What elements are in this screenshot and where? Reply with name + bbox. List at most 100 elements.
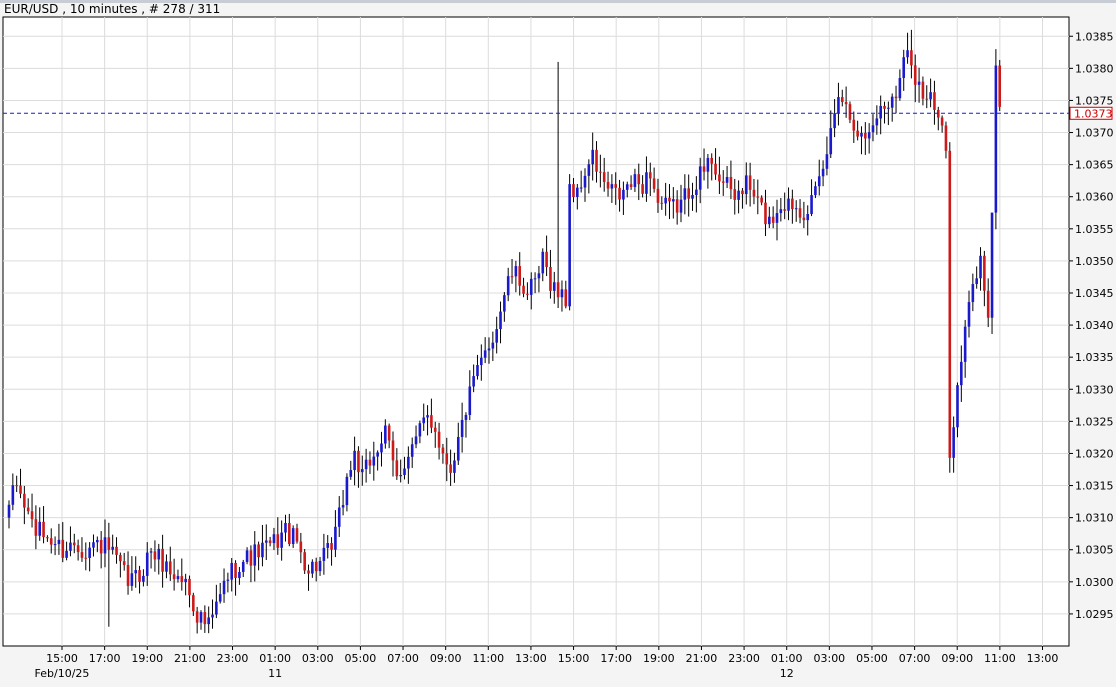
- x-date-label: 12: [780, 667, 794, 680]
- x-tick-label: 03:00: [302, 652, 334, 665]
- candle-up: [96, 539, 99, 543]
- candle-up: [902, 57, 906, 78]
- candle-down: [395, 460, 399, 477]
- candle-up: [503, 295, 506, 312]
- candle-up: [576, 187, 579, 197]
- candle-up: [499, 311, 502, 330]
- candle-up: [384, 425, 387, 444]
- candle-down: [606, 181, 610, 189]
- candle-up: [625, 184, 629, 190]
- candle-up: [890, 96, 894, 108]
- candle-up: [768, 216, 771, 225]
- candle-up: [157, 548, 161, 560]
- candle-down: [848, 104, 852, 120]
- x-date-label: 11: [268, 667, 282, 680]
- candle-down: [940, 117, 944, 126]
- candle-up: [794, 208, 798, 210]
- candle-up: [814, 186, 817, 196]
- y-tick-label: 1.0350: [1075, 255, 1114, 268]
- candle-up: [215, 601, 218, 615]
- candle-down: [168, 561, 172, 575]
- candle-down: [445, 453, 449, 465]
- candle-up: [979, 255, 982, 279]
- y-tick-label: 1.0370: [1075, 127, 1114, 140]
- candle-up: [145, 552, 149, 576]
- candle-up: [349, 470, 353, 477]
- y-tick-label: 1.0360: [1075, 191, 1114, 204]
- y-tick-label: 1.0325: [1075, 415, 1114, 428]
- candle-down: [72, 542, 76, 546]
- y-tick-label: 1.0380: [1075, 62, 1114, 75]
- candle-up: [11, 485, 15, 505]
- x-tick-label: 01:00: [771, 652, 803, 665]
- candle-up: [57, 539, 61, 545]
- y-tick-label: 1.0365: [1075, 159, 1114, 172]
- candle-down: [42, 521, 45, 538]
- candle-up: [529, 278, 533, 295]
- candle-down: [180, 576, 184, 583]
- candle-up: [53, 544, 57, 546]
- candle-down: [449, 464, 452, 473]
- candle-down: [840, 97, 844, 103]
- candle-down: [660, 202, 664, 204]
- candle-down: [756, 196, 760, 198]
- candle-down: [844, 102, 848, 105]
- x-tick-label: 07:00: [387, 652, 419, 665]
- y-tick-label: 1.0310: [1075, 512, 1114, 525]
- candle-up: [591, 149, 594, 165]
- candle-down: [314, 561, 318, 572]
- candle-up: [875, 118, 879, 126]
- candle-down: [925, 98, 929, 100]
- candle-down: [34, 519, 38, 536]
- candle-up: [165, 561, 168, 572]
- candle-down: [656, 188, 660, 203]
- candle-down: [276, 534, 280, 548]
- candle-down: [752, 189, 756, 197]
- candle-down: [522, 285, 525, 294]
- candle-up: [322, 547, 326, 561]
- candle-down: [303, 552, 306, 571]
- candle-down: [138, 570, 141, 582]
- candle-up: [456, 436, 460, 461]
- candle-down: [26, 507, 30, 512]
- candle-up: [825, 154, 829, 169]
- candle-down: [710, 157, 714, 164]
- candle-up: [860, 132, 863, 137]
- candle-down: [249, 550, 253, 566]
- candle-down: [330, 543, 333, 550]
- candle-down: [883, 105, 886, 109]
- candle-up: [568, 184, 571, 307]
- x-axis: 15:00 17:00 19:00 21:00 23:00 01:00 03:00 05:00…: [35, 646, 1058, 680]
- candle-up: [426, 415, 429, 418]
- candle-down: [545, 251, 548, 267]
- candle-up: [817, 176, 821, 187]
- candle-up: [291, 528, 295, 545]
- candle-up: [414, 436, 418, 445]
- candle-up: [130, 573, 134, 586]
- candle-down: [944, 125, 948, 151]
- candle-down: [652, 178, 656, 189]
- candle-down: [433, 427, 437, 432]
- x-tick-label: 03:00: [813, 652, 845, 665]
- candle-down: [748, 175, 752, 190]
- candle-down: [602, 172, 606, 182]
- y-tick-label: 1.0340: [1075, 319, 1114, 332]
- candle-down: [614, 184, 618, 188]
- candle-down: [549, 266, 552, 291]
- candle-down: [741, 190, 744, 195]
- candle-up: [679, 199, 683, 213]
- candle-down: [802, 217, 806, 221]
- candle-up: [672, 199, 675, 202]
- y-tick-label: 1.0355: [1075, 223, 1114, 236]
- candle-up: [311, 561, 314, 574]
- candle-down: [357, 450, 360, 473]
- candle-up: [65, 550, 68, 558]
- candle-down: [30, 511, 34, 520]
- candle-down: [572, 184, 575, 197]
- candle-up: [552, 282, 556, 291]
- candle-up: [407, 456, 410, 469]
- candle-up: [422, 417, 426, 424]
- candle-down: [76, 545, 80, 553]
- candle-up: [971, 284, 975, 303]
- candle-up: [645, 172, 648, 194]
